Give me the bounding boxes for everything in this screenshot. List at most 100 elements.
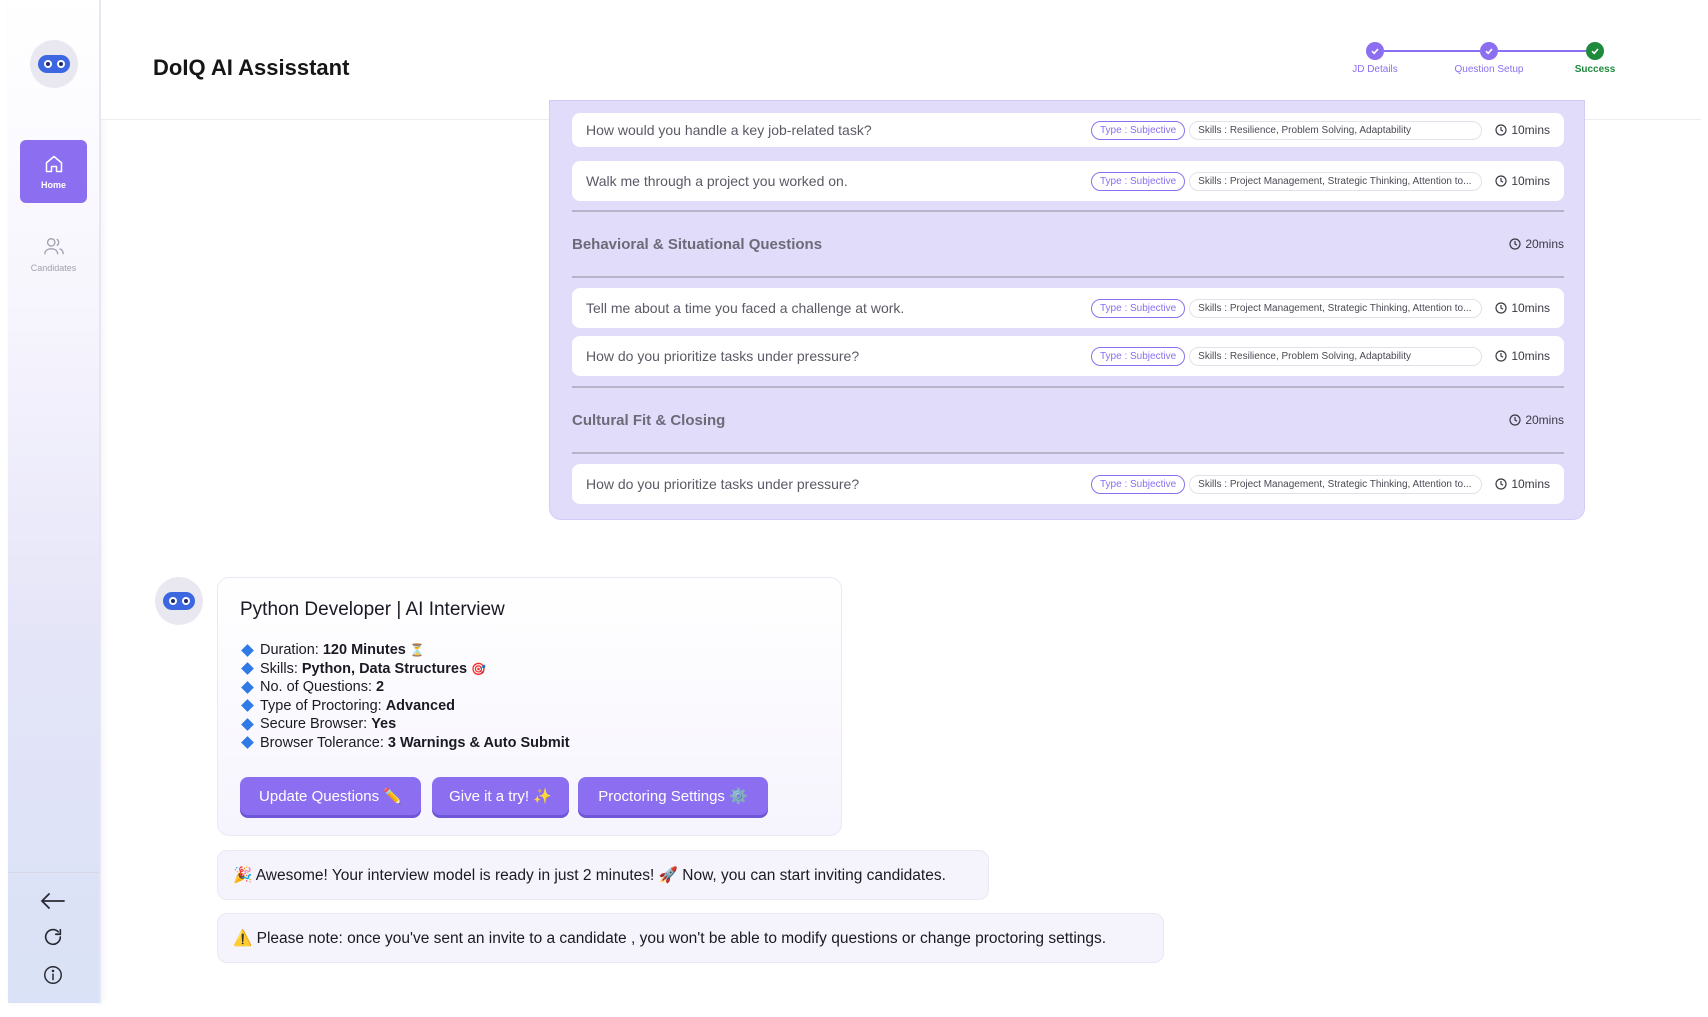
question-row[interactable]: How would you handle a key job-related t… [572,113,1564,147]
ready-message: 🎉 Awesome! Your interview model is ready… [217,850,989,900]
duration-text: 20mins [1525,413,1564,427]
interview-details-list: Duration: 120 Minutes ⏳ Skills: Python, … [240,641,570,752]
arrow-left-icon [40,893,65,909]
detail-value: 120 Minutes [322,642,406,659]
step-jd-details[interactable] [1366,42,1384,60]
question-row[interactable]: Walk me through a project you worked on.… [572,161,1564,201]
sidebar: Home Candidates [8,0,101,1003]
section-header: Behavioral & Situational Questions 20min… [572,231,1564,257]
app-logo [30,40,78,88]
info-button[interactable] [40,962,66,988]
question-type-badge: Type : Subjective [1091,346,1186,366]
question-text: Tell me about a time you faced a challen… [586,300,905,316]
question-text: How do you prioritize tasks under pressu… [586,348,860,364]
hourglass-icon: ⏳ [409,643,425,658]
assistant-avatar [155,577,203,625]
bot-logo-icon [38,55,70,73]
duration-text: 10mins [1511,349,1550,363]
interview-title: Python Developer | AI Interview [240,599,505,620]
question-type-badge: Type : Subjective [1091,171,1186,191]
progress-stepper: JD Details Question Setup Success [1352,42,1708,82]
question-duration: 10mins [1482,301,1550,315]
refresh-icon [44,928,62,946]
give-it-a-try-button[interactable]: Give it a try! ✨ [432,777,569,815]
duration-text: 20mins [1525,237,1564,251]
update-questions-button[interactable]: Update Questions ✏️ [240,777,421,815]
detail-item: Skills: Python, Data Structures 🎯 [240,660,570,679]
diamond-icon [241,736,254,750]
detail-value: Python, Data Structures [301,660,468,677]
clock-icon [1495,302,1507,314]
clock-icon [1495,478,1507,490]
users-icon [43,237,64,255]
step-label: JD Details [1352,64,1398,75]
sidebar-divider [8,872,99,873]
sidebar-item-home[interactable]: Home [20,140,87,203]
diamond-icon [241,662,254,676]
question-skills-badge: Skills : Project Management, Strategic T… [1189,474,1483,494]
question-text: Walk me through a project you worked on. [586,173,848,189]
step-connector [1498,50,1586,52]
detail-label: Duration: [260,642,319,659]
question-row[interactable]: How do you prioritize tasks under pressu… [572,336,1564,376]
detail-item: Duration: 120 Minutes ⏳ [240,641,570,660]
question-duration: 10mins [1482,174,1550,188]
question-skills-badge: Skills : Project Management, Strategic T… [1189,171,1483,191]
clock-icon [1509,238,1521,250]
back-button[interactable] [40,888,66,914]
duration-text: 10mins [1511,174,1550,188]
check-icon [1485,48,1493,55]
diamond-icon [241,717,254,731]
question-row[interactable]: How do you prioritize tasks under pressu… [572,464,1564,504]
sidebar-item-label: Candidates [30,263,77,273]
detail-label: Type of Proctoring: [260,697,382,714]
section-header: Cultural Fit & Closing 20mins [572,407,1564,433]
question-duration: 10mins [1482,123,1550,137]
section-duration: 20mins [1509,413,1564,427]
detail-item: Browser Tolerance: 3 Warnings & Auto Sub… [240,734,570,753]
question-type-badge: Type : Subjective [1091,120,1186,140]
detail-label: Skills: [260,660,298,677]
sidebar-item-label: Home [40,179,66,190]
clock-icon [1495,175,1507,187]
question-duration: 10mins [1482,349,1550,363]
clock-icon [1495,350,1507,362]
section-title: Behavioral & Situational Questions [572,235,823,253]
question-skills-badge: Skills : Resilience, Problem Solving, Ad… [1189,120,1483,140]
question-type-badge: Type : Subjective [1091,474,1186,494]
proctoring-settings-button[interactable]: Proctoring Settings ⚙️ [578,777,768,815]
duration-text: 10mins [1511,123,1550,137]
step-question-setup[interactable] [1480,42,1498,60]
step-label: Success [1574,64,1616,75]
step-success[interactable] [1586,42,1604,60]
home-icon [45,155,62,172]
section-divider [572,210,1564,212]
sidebar-item-candidates[interactable]: Candidates [20,224,87,284]
duration-text: 10mins [1511,301,1550,315]
duration-text: 10mins [1511,477,1550,491]
question-row[interactable]: Tell me about a time you faced a challen… [572,288,1564,328]
section-duration: 20mins [1509,237,1564,251]
section-divider [572,276,1564,278]
app-title: DoIQ AI Assisstant [153,55,350,80]
question-duration: 10mins [1482,477,1550,491]
detail-item: Secure Browser: Yes [240,715,570,734]
detail-value: 2 [376,679,385,696]
diamond-icon [241,680,254,694]
refresh-button[interactable] [40,924,66,950]
detail-label: Browser Tolerance: [260,734,384,751]
detail-label: Secure Browser: [260,716,368,733]
detail-item: Type of Proctoring: Advanced [240,697,570,716]
clock-icon [1495,124,1507,136]
diamond-icon [241,643,254,657]
question-skills-badge: Skills : Resilience, Problem Solving, Ad… [1189,346,1483,366]
question-skills-badge: Skills : Project Management, Strategic T… [1189,298,1483,318]
check-icon [1591,48,1599,55]
detail-item: No. of Questions: 2 [240,678,570,697]
check-icon [1371,48,1379,55]
bot-icon [163,592,195,610]
warning-message: ⚠️ Please note: once you've sent an invi… [217,913,1164,963]
clock-icon [1509,414,1521,426]
step-connector [1384,50,1480,52]
section-divider [572,386,1564,388]
